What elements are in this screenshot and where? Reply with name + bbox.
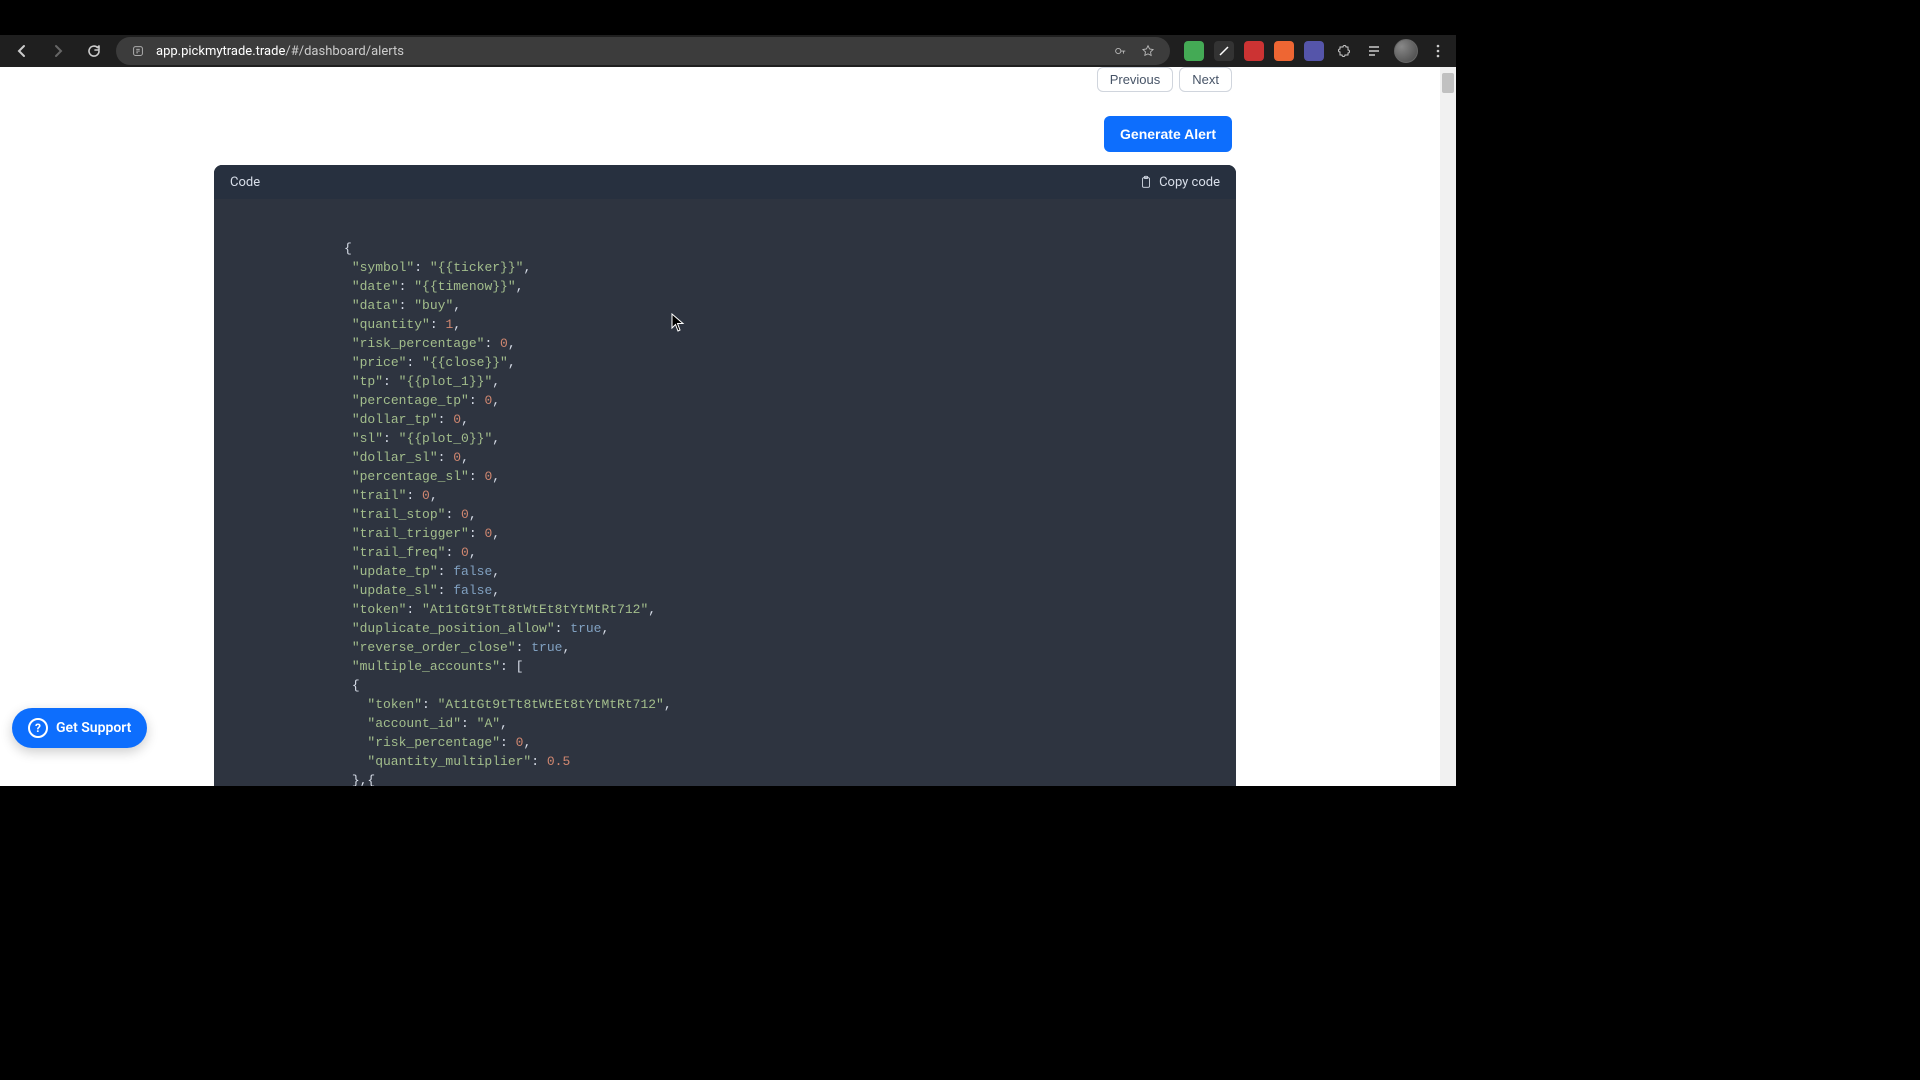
code-line: "tp": "{{plot_1}}",	[344, 372, 1236, 391]
code-line: "date": "{{timenow}}",	[344, 277, 1236, 296]
code-line: "trail_trigger": 0,	[344, 524, 1236, 543]
bookmark-star-icon[interactable]	[1138, 41, 1158, 61]
code-line: "percentage_tp": 0,	[344, 391, 1236, 410]
code-line: {	[344, 676, 1236, 695]
code-line: "trail_freq": 0,	[344, 543, 1236, 562]
code-line: "quantity": 1,	[344, 315, 1236, 334]
pagination: Previous Next	[1097, 67, 1232, 92]
profile-avatar[interactable]	[1394, 39, 1418, 63]
browser-toolbar: app.pickmytrade.trade/#/dashboard/alerts	[0, 35, 1456, 67]
bottom-bar	[0, 786, 1456, 816]
copy-code-label: Copy code	[1159, 175, 1220, 190]
code-line: "symbol": "{{ticker}}",	[344, 258, 1236, 277]
code-line: "risk_percentage": 0,	[344, 334, 1236, 353]
code-line: "sl": "{{plot_0}}",	[344, 429, 1236, 448]
code-panel-title: Code	[230, 175, 260, 190]
code-line: "trail": 0,	[344, 486, 1236, 505]
forward-button[interactable]	[44, 37, 72, 65]
code-line: "token": "At1tGt9tTt8tWtEt8tYtMtRt712",	[344, 600, 1236, 619]
address-bar[interactable]: app.pickmytrade.trade/#/dashboard/alerts	[116, 37, 1170, 65]
reload-button[interactable]	[80, 37, 108, 65]
code-line: "account_id": "A",	[344, 714, 1236, 733]
password-key-icon[interactable]	[1110, 41, 1130, 61]
code-line: "data": "buy",	[344, 296, 1236, 315]
code-line: "dollar_tp": 0,	[344, 410, 1236, 429]
scrollbar-thumb[interactable]	[1442, 73, 1454, 93]
extensions-puzzle-icon[interactable]	[1334, 41, 1354, 61]
code-block[interactable]: { "symbol": "{{ticker}}", "date": "{{tim…	[214, 199, 1236, 786]
code-line: "update_tp": false,	[344, 562, 1236, 581]
code-line: "quantity_multiplier": 0.5	[344, 752, 1236, 771]
back-button[interactable]	[8, 37, 36, 65]
code-line: "risk_percentage": 0,	[344, 733, 1236, 752]
code-line: "update_sl": false,	[344, 581, 1236, 600]
site-info-icon[interactable]	[128, 41, 148, 61]
get-support-button[interactable]: ? Get Support	[12, 708, 147, 748]
clipboard-icon	[1139, 175, 1153, 189]
code-line: "trail_stop": 0,	[344, 505, 1236, 524]
extension-icon[interactable]	[1274, 41, 1294, 61]
help-icon: ?	[28, 718, 48, 738]
extension-icon[interactable]	[1304, 41, 1324, 61]
page-content: Previous Next Generate Alert Code Copy c…	[0, 67, 1456, 786]
code-line: "dollar_sl": 0,	[344, 448, 1236, 467]
code-line: },{	[344, 771, 1236, 786]
code-line: {	[344, 239, 1236, 258]
code-panel: Code Copy code { "symbol": "{{ticker}}",…	[214, 165, 1236, 786]
menu-kebab-icon[interactable]	[1428, 41, 1448, 61]
copy-code-button[interactable]: Copy code	[1139, 175, 1220, 190]
code-line: "token": "At1tGt9tTt8tWtEt8tYtMtRt712",	[344, 695, 1236, 714]
code-line: "percentage_sl": 0,	[344, 467, 1236, 486]
extensions-area	[1178, 39, 1448, 63]
url-text: app.pickmytrade.trade/#/dashboard/alerts	[156, 44, 1102, 59]
generate-alert-button[interactable]: Generate Alert	[1104, 116, 1232, 152]
reading-list-icon[interactable]	[1364, 41, 1384, 61]
code-line: "duplicate_position_allow": true,	[344, 619, 1236, 638]
next-button[interactable]: Next	[1179, 67, 1232, 92]
code-line: "price": "{{close}}",	[344, 353, 1236, 372]
extension-icon[interactable]	[1214, 41, 1234, 61]
get-support-label: Get Support	[56, 720, 131, 736]
extension-icon[interactable]	[1244, 41, 1264, 61]
previous-button[interactable]: Previous	[1097, 67, 1174, 92]
code-line: "multiple_accounts": [	[344, 657, 1236, 676]
code-line: "reverse_order_close": true,	[344, 638, 1236, 657]
scrollbar-track[interactable]	[1440, 67, 1456, 786]
code-panel-header: Code Copy code	[214, 165, 1236, 199]
extension-icon[interactable]	[1184, 41, 1204, 61]
browser-tabstrip	[0, 0, 1456, 35]
